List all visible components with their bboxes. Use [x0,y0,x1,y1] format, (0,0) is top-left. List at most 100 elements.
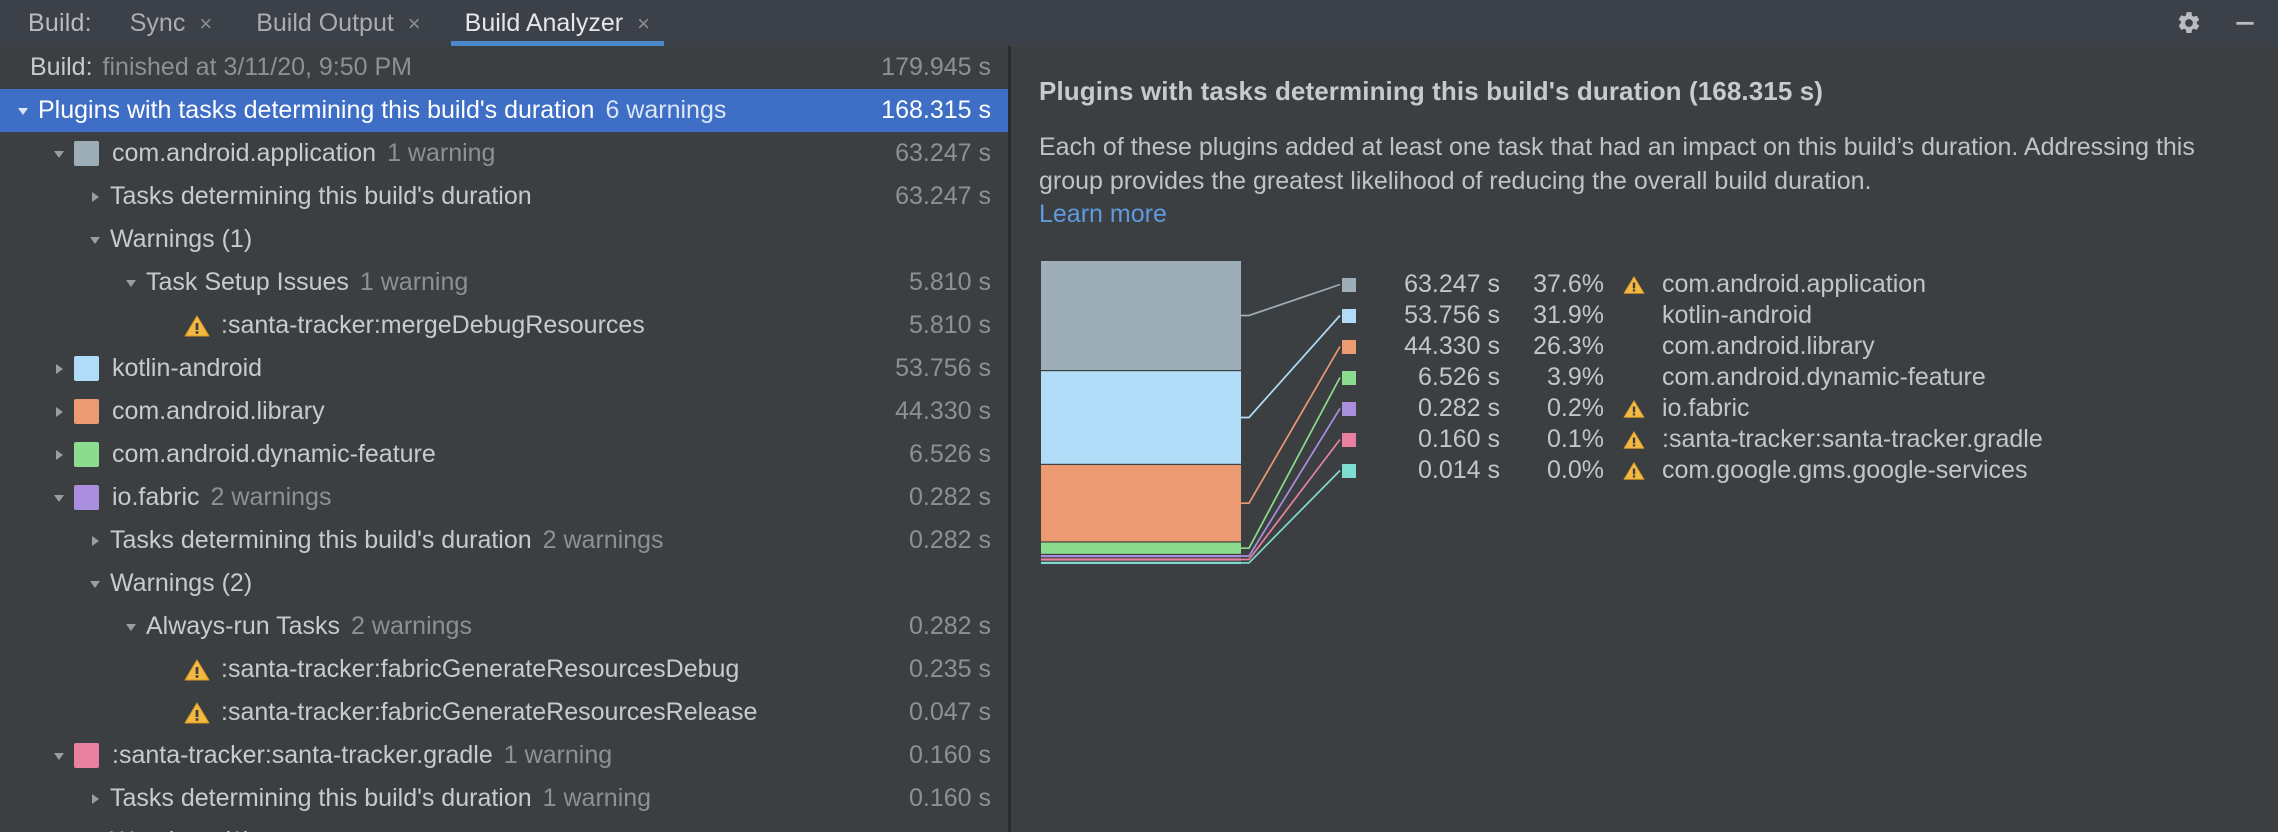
settings-gear-button[interactable] [2166,0,2212,46]
tree-row-duration: 0.160 s [908,784,991,812]
chevron-right-icon[interactable] [80,533,110,549]
tab-build-analyzer-label: Build Analyzer [464,8,624,37]
warning-icon [1623,275,1645,294]
tree-row-label: Tasks determining this build's duration [110,784,532,812]
legend-item: 44.330 s 26.3% com.android.library [1342,331,2043,362]
chevron-down-icon[interactable] [116,275,146,291]
legend-plugin-name: com.android.library [1662,332,1875,360]
legend-duration: 0.160 s [1417,425,1500,453]
chevron-down-icon[interactable] [8,103,38,119]
chevron-down-icon[interactable] [80,576,110,592]
chevron-right-icon[interactable] [80,189,110,205]
close-icon[interactable]: × [637,13,650,35]
legend-duration: 44.330 s [1404,332,1500,360]
tree-row-fabric-generate-resources-release[interactable]: :santa-tracker:fabricGenerateResourcesRe… [0,691,1008,734]
tree-row-duration: 5.810 s [908,311,991,339]
tree-row-tasks-determining-2[interactable]: Tasks determining this build's duration 2… [0,519,1008,562]
warning-icon [1610,461,1658,481]
chevron-right-icon[interactable] [80,791,110,807]
minimize-button[interactable] [2222,0,2268,46]
bar-segment [1041,464,1241,542]
tool-window-tab-bar: Build: Sync × Build Output × Build Analy… [0,0,2278,46]
chevron-right-icon[interactable] [44,447,74,463]
plugins-tree-panel[interactable]: Build: finished at 3/11/20, 9:50 PM 179.… [0,46,1008,832]
legend-connector-line [1241,283,1341,317]
analyzer-split-pane: Build: finished at 3/11/20, 9:50 PM 179.… [0,46,2278,832]
tree-row-kotlin-android[interactable]: kotlin-android 53.756 s [0,347,1008,390]
tree-row-duration: 63.247 s [895,182,991,210]
tree-row-io-fabric[interactable]: io.fabric 2 warnings 0.282 s [0,476,1008,519]
tree-row-warning-count: 2 warnings [210,483,332,511]
bar-segment [1041,261,1241,370]
warning-icon [1623,430,1645,449]
tree-row-duration: 63.247 s [895,139,991,167]
tree-row-merge-debug-resources[interactable]: :santa-tracker:mergeDebugResources 5.810 … [0,304,1008,347]
tab-bar-spacer [672,0,2166,46]
plugin-color-swatch [74,141,99,166]
tree-row-tasks-determining-3[interactable]: Tasks determining this build's duration 1… [0,777,1008,820]
warning-icon [1610,275,1658,295]
tree-row-com-android-application[interactable]: com.android.application 1 warning 63.247 s [0,132,1008,175]
tree-row-duration: 5.810 s [908,268,991,296]
tree-row-duration: 0.282 s [908,612,991,640]
tree-row-warnings-3[interactable]: Warnings (1) [0,820,1008,832]
legend-percent: 0.2% [1547,394,1604,422]
tree-row-tasks-determining-1[interactable]: Tasks determining this build's duration 6… [0,175,1008,218]
chevron-right-icon[interactable] [44,361,74,377]
tree-rows-container: Plugins with tasks determining this buil… [0,89,1008,832]
plugin-color-swatch [74,356,99,381]
detail-description: Each of these plugins added at least one… [1039,133,2195,195]
chevron-down-icon[interactable] [44,490,74,506]
chevron-down-icon[interactable] [44,146,74,162]
chevron-right-icon[interactable] [44,404,74,420]
tree-row-fabric-generate-resources-debug[interactable]: :santa-tracker:fabricGenerateResourcesDe… [0,648,1008,691]
tree-row-always-run-tasks[interactable]: Always-run Tasks 2 warnings 0.282 s [0,605,1008,648]
bar-segment [1041,371,1241,464]
learn-more-link[interactable]: Learn more [1039,200,1167,229]
legend-percent: 26.3% [1533,332,1604,360]
build-analyzer-window: Build: Sync × Build Output × Build Analy… [0,0,2278,832]
tree-row-warnings-2[interactable]: Warnings (2) [0,562,1008,605]
tree-row-label: Tasks determining this build's duration [110,182,532,210]
build-total-duration: 179.945 s [881,53,991,81]
warning-icon [184,702,210,723]
legend-plugin-name: com.google.gms.google-services [1662,456,2028,484]
legend-plugin-name: com.android.dynamic-feature [1662,363,1986,391]
tree-row-duration: 0.282 s [908,483,991,511]
legend-color-swatch [1342,370,1356,385]
tree-row-duration: 6.526 s [908,440,991,468]
chevron-down-icon[interactable] [80,232,110,248]
gear-icon [2178,12,2200,33]
tree-row-duration: 53.756 s [895,354,991,382]
warning-icon [184,659,210,680]
chevron-down-icon[interactable] [44,748,74,764]
legend-percent: 31.9% [1533,301,1604,329]
tab-build-output[interactable]: Build Output × [234,0,442,46]
chevron-down-icon[interactable] [116,619,146,635]
legend-connector-line [1241,469,1341,564]
tab-build-output-label: Build Output [256,8,394,37]
tree-row-warning-count: 1 warning [542,784,652,812]
tree-row-warnings-1[interactable]: Warnings (1) [0,218,1008,261]
legend-item: 0.160 s 0.1%:santa-tracker:santa-tracker.… [1342,424,2043,455]
tree-row-santa-tracker-gradle[interactable]: :santa-tracker:santa-tracker.gradle 1 war… [0,734,1008,777]
build-status-header: Build: finished at 3/11/20, 9:50 PM 179.… [0,46,1008,89]
tree-row-task-setup-issues-1[interactable]: Task Setup Issues 1 warning 5.810 s [0,261,1008,304]
legend-duration: 0.282 s [1417,394,1500,422]
legend-duration: 53.756 s [1404,301,1500,329]
tab-sync[interactable]: Sync × [108,0,234,46]
tree-row-com-android-library[interactable]: com.android.library 44.330 s [0,390,1008,433]
tree-row-plugins-root[interactable]: Plugins with tasks determining this buil… [0,89,1008,132]
tree-row-label: kotlin-android [112,354,263,382]
legend-plugin-name: kotlin-android [1662,301,1813,329]
legend-percent: 0.0% [1547,456,1604,484]
legend-duration: 6.526 s [1417,363,1500,391]
tree-row-com-android-dynamic-feature[interactable]: com.android.dynamic-feature 6.526 s [0,433,1008,476]
close-icon[interactable]: × [408,13,421,35]
close-icon[interactable]: × [199,13,212,35]
tab-build-analyzer[interactable]: Build Analyzer × [443,0,672,46]
tree-row-label: :santa-tracker:fabricGenerateResourcesDe… [221,655,740,683]
tree-row-duration: 168.315 s [881,96,991,124]
plugin-color-swatch [74,399,99,424]
bar-segment [1041,561,1241,565]
